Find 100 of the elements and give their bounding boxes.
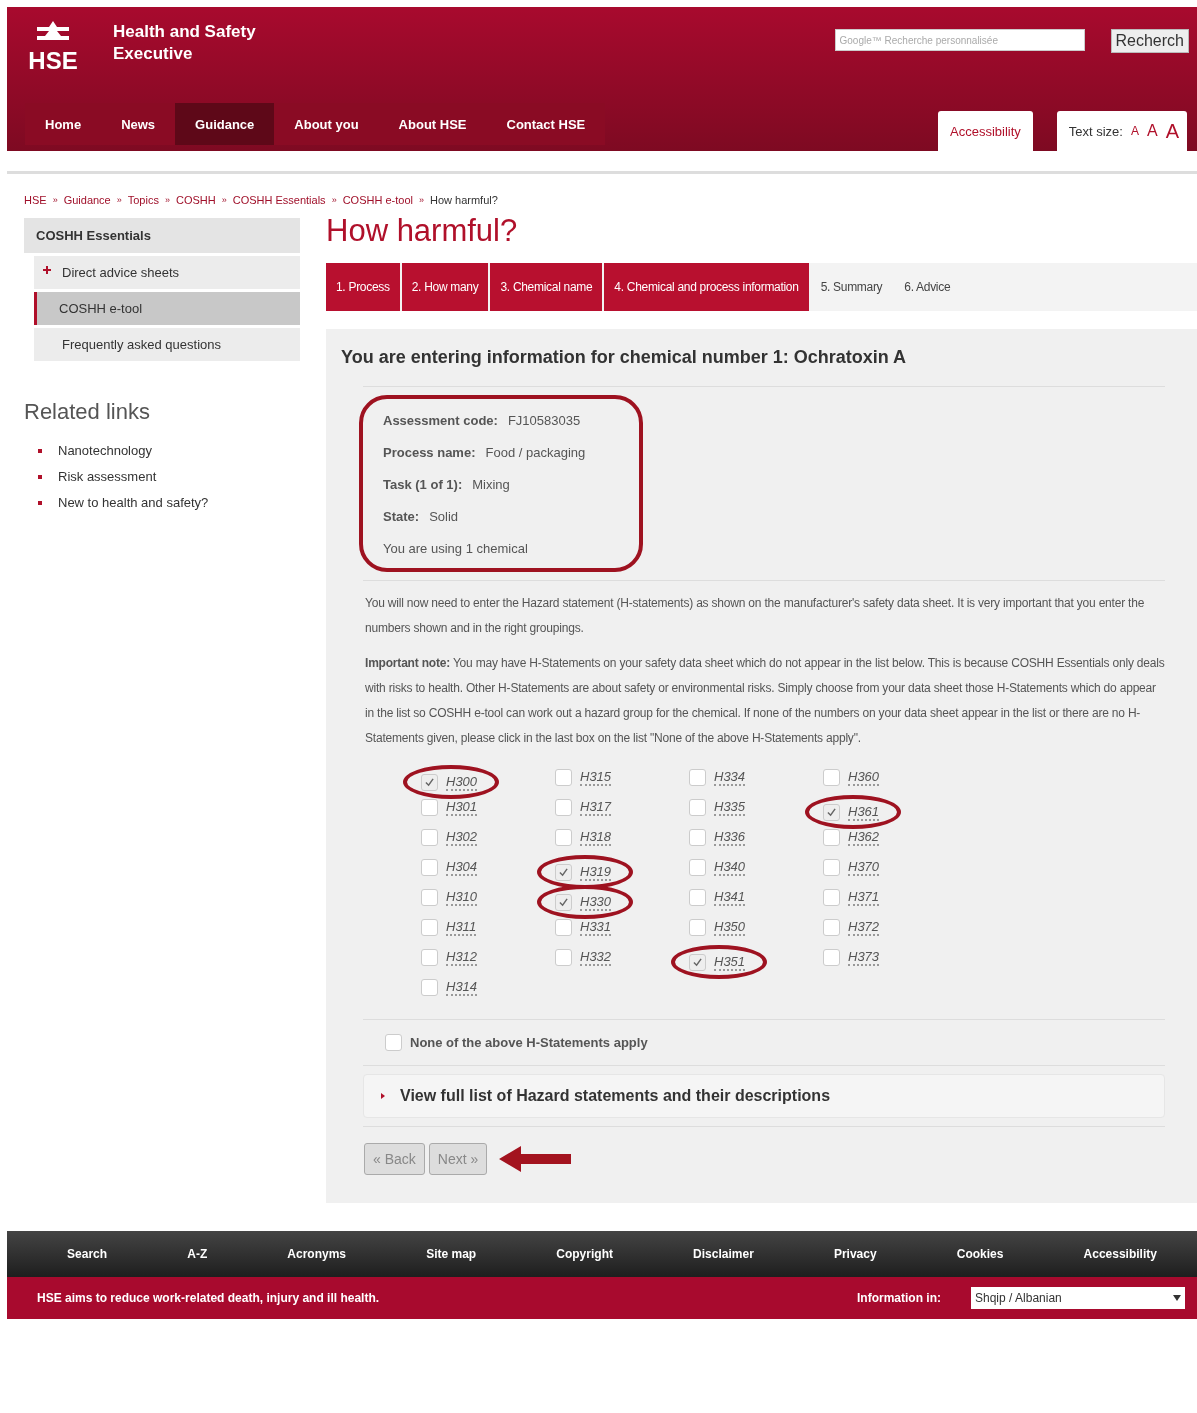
nav-tab[interactable]: Guidance	[175, 103, 275, 145]
text-size-link[interactable]: A	[1147, 122, 1158, 140]
breadcrumb-separator: »	[164, 195, 170, 205]
checkmark-icon	[559, 897, 568, 907]
footer-link[interactable]: Search	[67, 1247, 108, 1261]
footer-link[interactable]: Acronyms	[287, 1247, 347, 1261]
intro-paragraph: You will now need to enter the Hazard statement (H-statements) as shown on the manufacturer's safety data sheet. It is very important that you enter the numbers shown and in the right groupings.	[365, 595, 1146, 637]
bullet-icon	[38, 474, 42, 479]
footer-link[interactable]: Privacy	[833, 1247, 877, 1261]
nav-tab[interactable]: News	[101, 103, 176, 145]
language-select[interactable]: Shqip / Albanian	[971, 1287, 1185, 1309]
checkbox-item[interactable]: H335	[681, 795, 756, 819]
highlighted-checkbox-item[interactable]: H361	[805, 795, 902, 829]
language-label: Information in:	[857, 1291, 941, 1305]
field-value: Solid	[429, 509, 459, 524]
checkbox-item[interactable]: H302	[413, 825, 488, 849]
checkbox-item[interactable]: H372	[815, 915, 890, 939]
bullet-icon	[38, 448, 42, 453]
checkbox-item[interactable]: H373	[815, 945, 890, 969]
text-size-link[interactable]: A	[1165, 119, 1179, 143]
checkbox-item[interactable]: H317	[547, 795, 622, 819]
checkbox-item[interactable]: H332	[547, 945, 622, 969]
breadcrumb-separator: »	[52, 195, 58, 205]
field-value: FJ10583035	[507, 413, 581, 428]
checkbox-item[interactable]: H371	[815, 885, 890, 909]
nav-tab[interactable]: About you	[274, 103, 379, 145]
checkbox-item[interactable]: H370	[815, 855, 890, 879]
page-title: How harmful?	[326, 213, 519, 249]
footer-link[interactable]: Disclaimer	[693, 1247, 754, 1261]
related-link[interactable]: Risk assessment	[58, 469, 157, 484]
sidebar-heading: COSHH Essentials	[24, 218, 300, 253]
checkmark-icon	[425, 777, 434, 787]
breadcrumb-separator: »	[221, 195, 227, 205]
checkbox-item[interactable]: H310	[413, 885, 488, 909]
breadcrumb-link[interactable]: COSHH	[175, 194, 216, 206]
checkmark-icon	[693, 957, 702, 967]
breadcrumb-separator: »	[116, 195, 122, 205]
related-links-heading: Related links	[24, 399, 151, 425]
chemical-count-note: You are using 1 chemical	[383, 541, 529, 556]
checkbox-item[interactable]: H311	[413, 915, 487, 939]
checkbox-item[interactable]: H360	[815, 765, 890, 789]
checkbox-item[interactable]: H318	[547, 825, 622, 849]
highlighted-checkbox-item[interactable]: H330	[537, 885, 634, 919]
field-label: Assessment code:	[383, 413, 498, 428]
field-value: Food / packaging	[485, 445, 586, 460]
checkbox-item[interactable]: H312	[413, 945, 488, 969]
breadcrumb-link[interactable]: Topics	[127, 194, 159, 206]
checkmark-icon	[827, 807, 836, 817]
footer-link[interactable]: Site map	[426, 1247, 477, 1261]
footer-link[interactable]: A-Z	[187, 1247, 208, 1261]
checkbox-item[interactable]: H350	[681, 915, 756, 939]
highlighted-checkbox-item[interactable]: H351	[671, 945, 768, 979]
breadcrumb-link[interactable]: COSHH e-tool	[342, 194, 413, 206]
step-tab[interactable]: 2. How many	[401, 263, 489, 311]
field-label: Process name:	[383, 445, 476, 460]
organisation-name: Health and Safety Executive	[113, 21, 257, 65]
field-value: Mixing	[472, 477, 510, 492]
field-label: State:	[383, 509, 420, 524]
checkbox-item[interactable]: H336	[681, 825, 756, 849]
checkbox-item[interactable]: H304	[413, 855, 488, 879]
step-tab[interactable]: 4. Chemical and process information	[604, 263, 809, 311]
panel-heading: You are entering information for chemical number 1: Ochratoxin A	[341, 347, 908, 368]
breadcrumb-link[interactable]: COSHH Essentials	[232, 194, 326, 206]
nav-tab[interactable]: Contact HSE	[486, 103, 606, 145]
footer-tagline: HSE aims to reduce work-related death, injury and ill health.	[37, 1291, 380, 1305]
field-label: Task (1 of 1):	[383, 477, 463, 492]
text-size-link[interactable]: A	[1130, 124, 1139, 138]
breadcrumb-link[interactable]: HSE	[24, 194, 47, 206]
breadcrumb-link[interactable]: How harmful?	[429, 194, 498, 206]
sidebar-item[interactable]: Frequently asked questions	[34, 328, 300, 361]
checkbox-item[interactable]: H315	[547, 765, 622, 789]
checkbox-item[interactable]: H340	[681, 855, 756, 879]
search-button[interactable]: Recherch	[1110, 29, 1189, 53]
accessibility-tab[interactable]: Accessibility	[938, 111, 1033, 151]
expander-bar[interactable]: View full list of Hazard statements and their descriptions	[363, 1074, 1165, 1118]
breadcrumb-link[interactable]: Guidance	[63, 194, 111, 206]
checkbox-item[interactable]: H314	[413, 975, 488, 999]
hse-logo[interactable]: HSE	[23, 19, 83, 73]
checkbox-item[interactable]: H341	[681, 885, 756, 909]
nav-tab[interactable]: About HSE	[378, 103, 487, 145]
step-tab[interactable]: 3. Chemical name	[490, 263, 603, 311]
nav-tab[interactable]: Home	[25, 103, 102, 145]
expander-label: View full list of Hazard statements and their descriptions	[400, 1087, 831, 1105]
plus-icon	[43, 266, 51, 274]
arrow-icon	[499, 1144, 572, 1174]
bullet-icon	[38, 500, 42, 505]
step-tab[interactable]: 1. Process	[326, 263, 400, 311]
sidebar-item[interactable]: COSHH e-tool	[34, 292, 300, 325]
checkbox-item[interactable]: H334	[681, 765, 756, 789]
footer-link[interactable]: Copyright	[556, 1247, 613, 1261]
none-checkbox[interactable]: None of the above H-Statements apply	[385, 1034, 648, 1051]
related-link[interactable]: Nanotechnology	[58, 443, 152, 458]
sidebar-item[interactable]: Direct advice sheets	[34, 256, 300, 289]
footer-link[interactable]: Accessibility	[1083, 1247, 1157, 1261]
highlighted-checkbox-item[interactable]: H319	[537, 855, 634, 889]
related-link[interactable]: New to health and safety?	[58, 495, 209, 510]
search-field[interactable]: Google™ Recherche personnalisée	[834, 29, 1085, 51]
highlighted-checkbox-item[interactable]: H300	[403, 765, 500, 799]
footer-link[interactable]: Cookies	[956, 1247, 1004, 1261]
dropdown-caret-icon	[1173, 1295, 1181, 1301]
